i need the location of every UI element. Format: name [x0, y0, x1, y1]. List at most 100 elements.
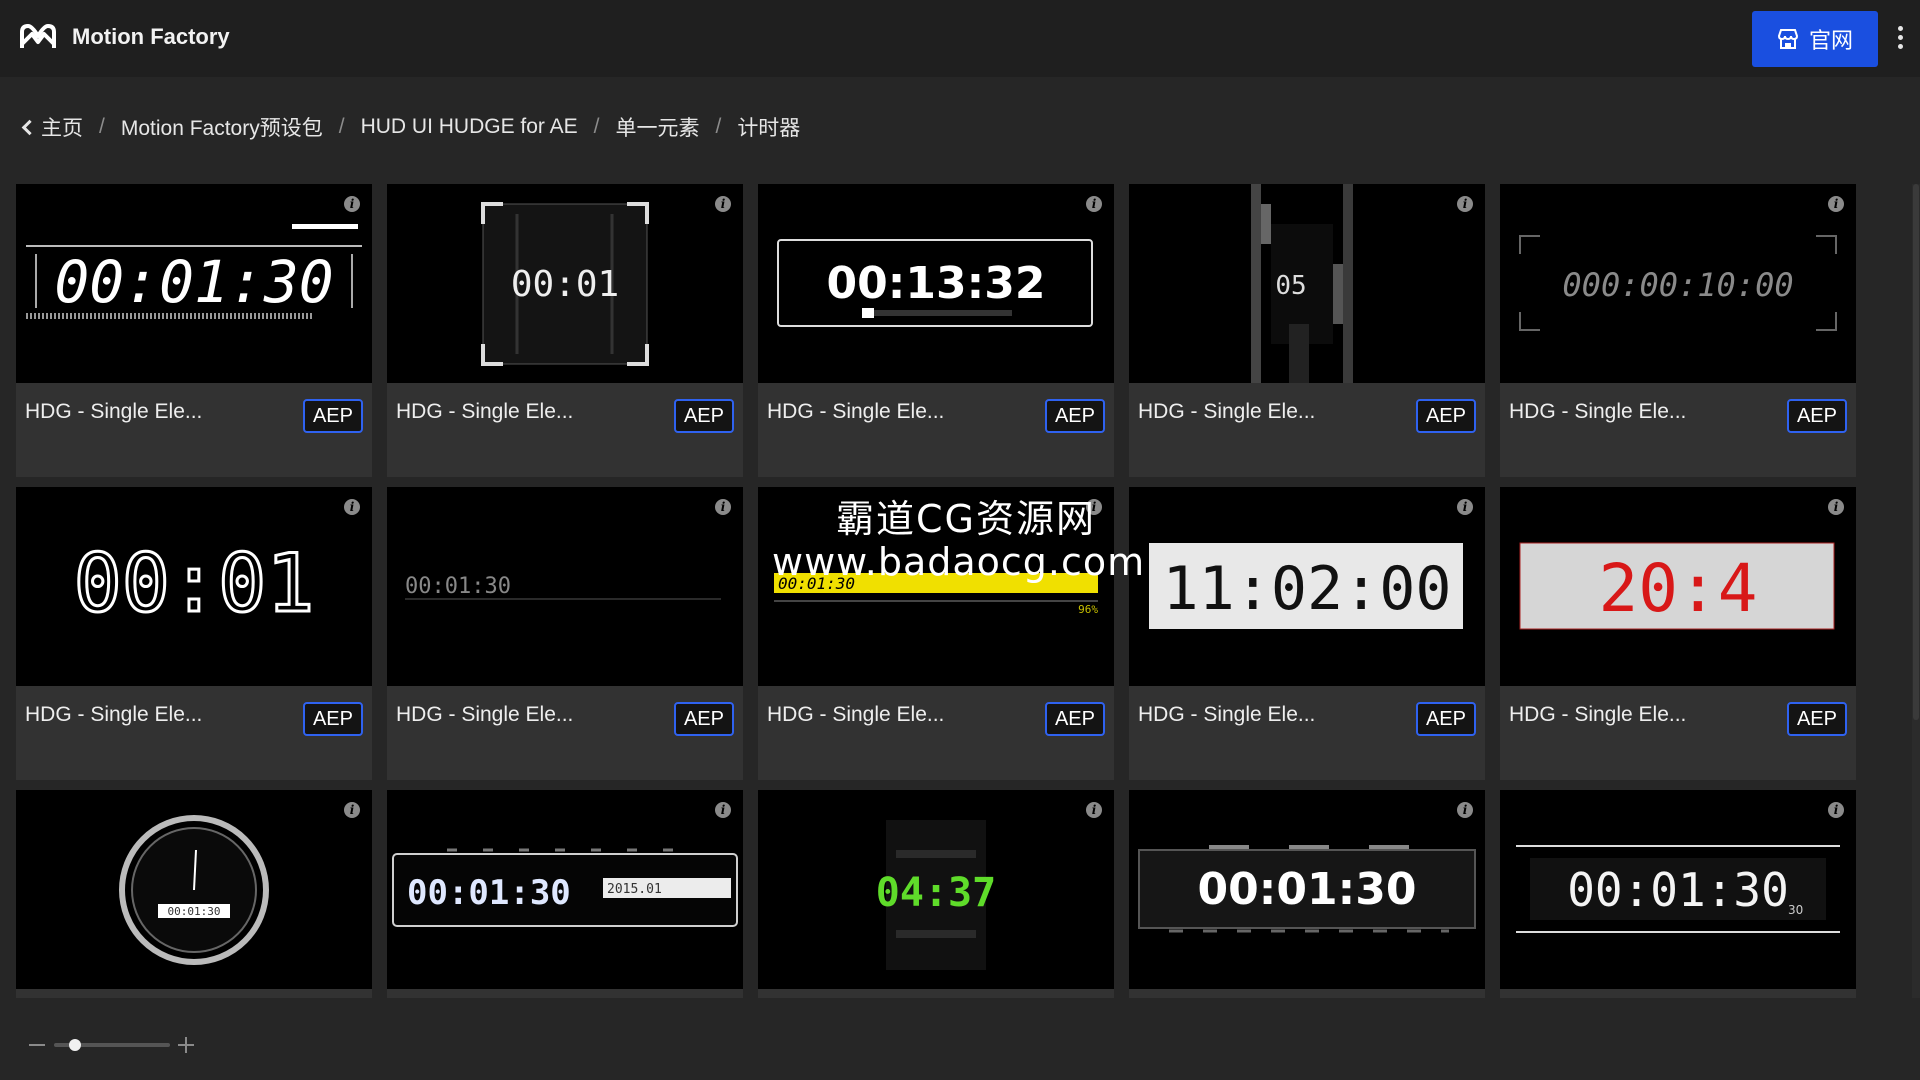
motion-factory-logo-icon[interactable]: [18, 22, 58, 54]
info-icon[interactable]: i: [715, 802, 731, 818]
zoom-in-icon[interactable]: [178, 1037, 194, 1053]
asset-thumbnail[interactable]: 11:02:00 i: [1129, 487, 1485, 686]
info-icon[interactable]: i: [1828, 196, 1844, 212]
kebab-menu-icon[interactable]: [1890, 24, 1910, 54]
breadcrumb-separator: /: [338, 115, 345, 138]
preview-frames: 30: [1788, 903, 1803, 917]
asset-thumbnail[interactable]: 000:00:10:00 i: [1500, 184, 1856, 383]
timer-preview-graphic: 00:01: [481, 202, 649, 366]
asset-card[interactable]: 04:37 i: [758, 790, 1114, 998]
breadcrumb: 主页 / Motion Factory预设包 / HUD UI HUDGE fo…: [20, 112, 800, 142]
asset-thumbnail[interactable]: 00:01:30 i: [1129, 790, 1485, 989]
asset-thumbnail[interactable]: 00:01:30 i: [387, 487, 743, 686]
asset-card[interactable]: 00:01:30 i: [16, 790, 372, 998]
preview-percent: 96%: [1078, 603, 1098, 616]
aep-badge: AEP: [1786, 399, 1847, 433]
card-title: HDG - Single Ele...: [1509, 400, 1687, 423]
aep-badge: AEP: [673, 702, 734, 736]
aep-badge: AEP: [1786, 702, 1847, 736]
asset-card[interactable]: 00:13:32 i HDG - Single Ele... AEP: [758, 184, 1114, 477]
aep-badge: AEP: [673, 399, 734, 433]
preview-time: 00:01:30: [405, 574, 511, 599]
preview-time: 04:37: [876, 870, 996, 916]
aep-badge: AEP: [302, 399, 363, 433]
breadcrumb-home[interactable]: 主页: [20, 112, 83, 142]
aep-badge: AEP: [1044, 399, 1105, 433]
info-icon[interactable]: i: [1457, 196, 1473, 212]
breadcrumb-presets[interactable]: Motion Factory预设包: [121, 112, 323, 142]
asset-thumbnail[interactable]: 00:01:30 i: [16, 790, 372, 989]
info-icon[interactable]: i: [1457, 802, 1473, 818]
asset-card[interactable]: 00:01:30 i: [1129, 790, 1485, 998]
asset-thumbnail[interactable]: 00:13:32 i: [758, 184, 1114, 383]
info-icon[interactable]: i: [1828, 499, 1844, 515]
card-title: HDG - Single Ele...: [767, 703, 945, 726]
official-site-button[interactable]: 官网: [1752, 11, 1878, 67]
breadcrumb-hud-ui[interactable]: HUD UI HUDGE for AE: [361, 115, 578, 139]
info-icon[interactable]: i: [1457, 499, 1473, 515]
timer-preview-graphic: 00:01:30: [119, 815, 269, 965]
breadcrumb-separator: /: [715, 115, 722, 138]
asset-card[interactable]: 00:01:30 30 i: [1500, 790, 1856, 998]
info-icon[interactable]: i: [344, 802, 360, 818]
card-title: HDG - Single Ele...: [1509, 703, 1687, 726]
aep-badge: AEP: [1415, 399, 1476, 433]
timer-preview-graphic: 05: [1251, 184, 1353, 383]
aep-badge: AEP: [302, 702, 363, 736]
asset-thumbnail[interactable]: 00:01:30 2015.01 i: [387, 790, 743, 989]
breadcrumb-separator: /: [99, 115, 105, 138]
asset-card[interactable]: 00:01 i HDG - Single Ele... AEP: [16, 487, 372, 780]
info-icon[interactable]: i: [715, 196, 731, 212]
timer-preview-graphic: 00:13:32: [777, 239, 1093, 327]
asset-thumbnail[interactable]: 00:01:30 i: [16, 184, 372, 383]
asset-card[interactable]: 00:01:30 2015.01 i: [387, 790, 743, 998]
asset-thumbnail[interactable]: 00:01 i: [387, 184, 743, 383]
info-icon[interactable]: i: [344, 196, 360, 212]
watermark-line1: 霸道CG资源网: [836, 497, 1096, 541]
preview-time: 05: [1275, 271, 1306, 301]
timer-preview-graphic: 20:4: [1519, 542, 1835, 630]
info-icon[interactable]: i: [1086, 196, 1102, 212]
info-icon[interactable]: i: [1828, 802, 1844, 818]
asset-thumbnail[interactable]: 20:4 i: [1500, 487, 1856, 686]
preview-time: 00:01:30: [168, 905, 221, 918]
asset-card[interactable]: 00:01 i HDG - Single Ele... AEP: [387, 184, 743, 477]
card-title: HDG - Single Ele...: [25, 400, 203, 423]
asset-thumbnail[interactable]: 04:37 i: [758, 790, 1114, 989]
zoom-slider-handle[interactable]: [68, 1039, 81, 1051]
breadcrumb-timer[interactable]: 计时器: [737, 112, 800, 142]
asset-card[interactable]: 05 i HDG - Single Ele... AEP: [1129, 184, 1485, 477]
asset-card[interactable]: 000:00:10:00 i HDG - Single Ele... AEP: [1500, 184, 1856, 477]
info-icon[interactable]: i: [715, 499, 731, 515]
card-title: HDG - Single Ele...: [25, 703, 203, 726]
asset-thumbnail[interactable]: 00:01 i: [16, 487, 372, 686]
top-bar: Motion Factory 官网: [0, 0, 1920, 77]
preview-time: 11:02:00: [1163, 554, 1452, 624]
card-title: HDG - Single Ele...: [1138, 400, 1316, 423]
asset-thumbnail[interactable]: 05 i: [1129, 184, 1485, 383]
preview-time: 00:01: [511, 264, 619, 305]
timer-preview-graphic: 00:01:30: [1138, 845, 1476, 933]
preview-time: 000:00:10:00: [1562, 266, 1793, 304]
breadcrumb-separator: /: [593, 115, 600, 138]
watermark-line2: www.badaocg.com: [772, 540, 1146, 584]
card-title: HDG - Single Ele...: [767, 400, 945, 423]
timer-preview-graphic: 00:01:30 30: [1516, 845, 1840, 933]
preview-time: 00:13:32: [827, 258, 1046, 309]
asset-thumbnail[interactable]: 00:01:30 30 i: [1500, 790, 1856, 989]
asset-card[interactable]: 20:4 i HDG - Single Ele... AEP: [1500, 487, 1856, 780]
info-icon[interactable]: i: [344, 499, 360, 515]
chevron-left-icon: [21, 119, 38, 136]
asset-card[interactable]: 11:02:00 i HDG - Single Ele... AEP: [1129, 487, 1485, 780]
asset-card[interactable]: 00:01:30 i HDG - Single Ele... AEP: [16, 184, 372, 477]
asset-card[interactable]: 00:01:30 i HDG - Single Ele... AEP: [387, 487, 743, 780]
scrollbar-thumb[interactable]: [1913, 184, 1919, 720]
preview-time: 00:01:30: [407, 873, 571, 913]
timer-preview-graphic: 000:00:10:00: [1519, 235, 1837, 331]
preview-time: 20:4: [1599, 550, 1758, 627]
info-icon[interactable]: i: [1086, 802, 1102, 818]
zoom-out-icon[interactable]: [29, 1044, 45, 1046]
breadcrumb-single-elements[interactable]: 单一元素: [615, 112, 699, 142]
card-title: HDG - Single Ele...: [1138, 703, 1316, 726]
preview-date: 2015.01: [607, 882, 662, 897]
